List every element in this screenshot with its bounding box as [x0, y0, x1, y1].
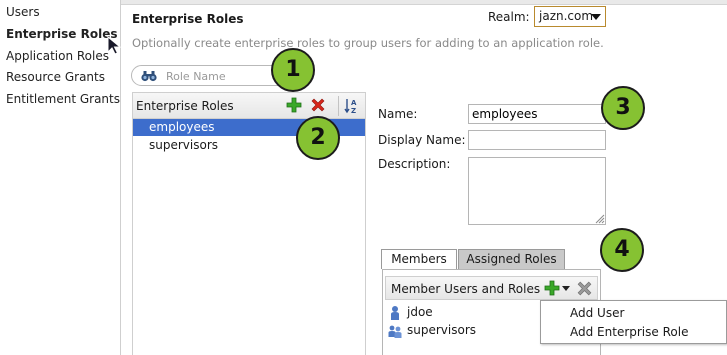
callout-badge-2: 2 — [296, 116, 340, 160]
remove-member-x-icon[interactable] — [576, 280, 593, 297]
add-member-dropdown-menu: Add User Add Enterprise Role — [540, 300, 727, 344]
members-header-bar: Member Users and Roles — [385, 276, 598, 300]
add-role-plus-icon[interactable] — [286, 97, 302, 113]
roles-list-header: Enterprise Roles A Z — [133, 93, 365, 119]
nav-item-entitlement-grants[interactable]: Entitlement Grants — [0, 89, 121, 109]
resize-grip-icon[interactable] — [594, 213, 605, 224]
tab-members[interactable]: Members — [381, 249, 457, 269]
group-icon — [388, 325, 402, 338]
realm-label: Realm: — [488, 10, 530, 24]
members-header-label: Member Users and Roles — [391, 282, 541, 296]
description-label: Description: — [378, 157, 451, 171]
svg-text:Z: Z — [351, 107, 356, 115]
add-member-plus-icon[interactable] — [544, 280, 560, 296]
name-label: Name: — [378, 107, 418, 121]
header-separator — [338, 96, 339, 116]
svg-text:A: A — [351, 99, 357, 107]
binoculars-search-icon — [141, 71, 157, 82]
menu-item-add-user[interactable]: Add User — [541, 304, 726, 322]
nav-item-resource-grants[interactable]: Resource Grants — [0, 67, 121, 87]
nav-item-users[interactable]: Users — [0, 2, 121, 22]
top-strip — [121, 0, 727, 5]
left-nav: Users Enterprise Roles Application Roles… — [0, 0, 121, 355]
sort-az-icon[interactable]: A Z — [344, 97, 360, 115]
callout-badge-4: 4 — [600, 228, 644, 272]
description-textarea[interactable] — [468, 157, 606, 225]
callout-badge-1: 1 — [271, 48, 315, 92]
nav-item-application-roles[interactable]: Application Roles — [0, 46, 121, 66]
display-name-label: Display Name: — [378, 133, 466, 147]
realm-select[interactable]: jazn.com — [534, 6, 606, 27]
tab-assigned-roles[interactable]: Assigned Roles — [458, 249, 565, 269]
page-description: Optionally create enterprise roles to gr… — [132, 36, 604, 50]
roles-list-header-label: Enterprise Roles — [136, 99, 234, 113]
delete-role-x-icon[interactable] — [310, 97, 326, 113]
member-label: jdoe — [407, 305, 433, 319]
callout-badge-3: 3 — [601, 86, 645, 130]
menu-item-add-enterprise-role[interactable]: Add Enterprise Role — [541, 323, 726, 341]
user-icon — [391, 306, 399, 320]
chevron-down-icon — [591, 14, 601, 20]
nav-item-enterprise-roles[interactable]: Enterprise Roles — [0, 24, 121, 44]
member-label: supervisors — [407, 323, 477, 337]
add-member-chevron-down-icon[interactable] — [562, 286, 570, 292]
realm-value: jazn.com — [539, 9, 594, 23]
display-name-input[interactable] — [468, 130, 606, 150]
page-title: Enterprise Roles — [132, 12, 244, 26]
name-input[interactable] — [468, 104, 606, 124]
